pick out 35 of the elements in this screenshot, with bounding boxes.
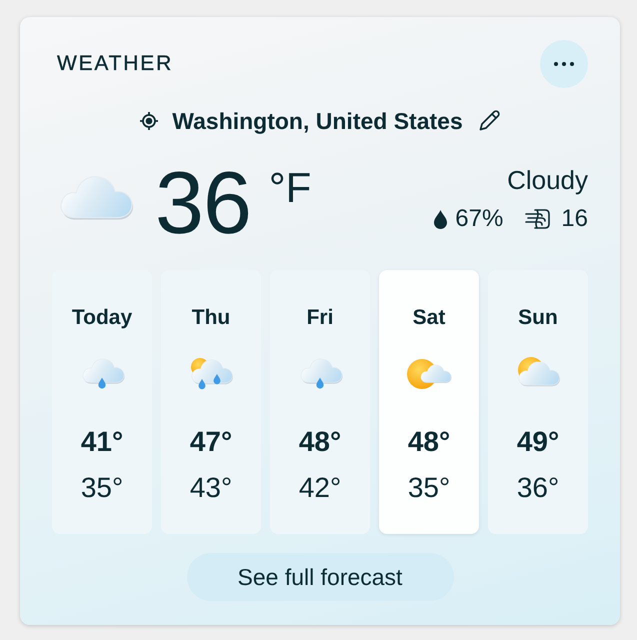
high-temperature: 48° <box>298 425 342 459</box>
pencil-icon <box>476 109 501 133</box>
see-full-forecast-button[interactable]: See full forecast <box>186 553 454 601</box>
low-temperature: 42° <box>298 471 342 505</box>
sun-cloud-icon <box>405 356 453 392</box>
forecast-day-card[interactable]: Sun 49° 36° <box>488 270 588 534</box>
day-label: Today <box>72 305 132 331</box>
forecast-day-card[interactable]: Today 41° 35° <box>52 270 152 534</box>
day-label: Sat <box>412 305 446 331</box>
high-temperature: 49° <box>516 425 560 459</box>
low-temperature: 43° <box>190 471 232 505</box>
low-temperature: 35° <box>408 471 450 505</box>
humidity-value: 67% <box>455 205 504 233</box>
day-label: Thu <box>192 305 230 331</box>
forecast-day-card[interactable]: Fri 48° 42° <box>270 270 370 534</box>
temperature-unit: °F <box>268 167 312 209</box>
wind-speed: 16 <box>561 205 588 233</box>
forecast-day-card[interactable]: Thu 47° 43° <box>161 270 261 534</box>
edit-button[interactable] <box>476 109 501 133</box>
high-temperature: 41° <box>80 425 124 459</box>
more-icon <box>554 62 574 66</box>
widget-title: WEATHER <box>56 52 174 76</box>
day-label: Fri <box>306 305 334 331</box>
day-label: Sun <box>518 305 558 331</box>
location-name: Washington, United States <box>172 108 463 134</box>
wind-icon <box>525 208 552 230</box>
condition-text: Cloudy <box>507 165 588 195</box>
current-temperature: 36 <box>155 159 251 247</box>
high-temperature: 47° <box>190 425 232 459</box>
droplet-icon <box>434 210 448 228</box>
location-icon <box>139 111 160 131</box>
low-temperature: 36° <box>516 471 560 505</box>
high-temperature: 48° <box>408 425 450 459</box>
forecast-day-card[interactable]: Sat 48° 35° <box>379 270 479 534</box>
low-temperature: 35° <box>80 471 124 505</box>
